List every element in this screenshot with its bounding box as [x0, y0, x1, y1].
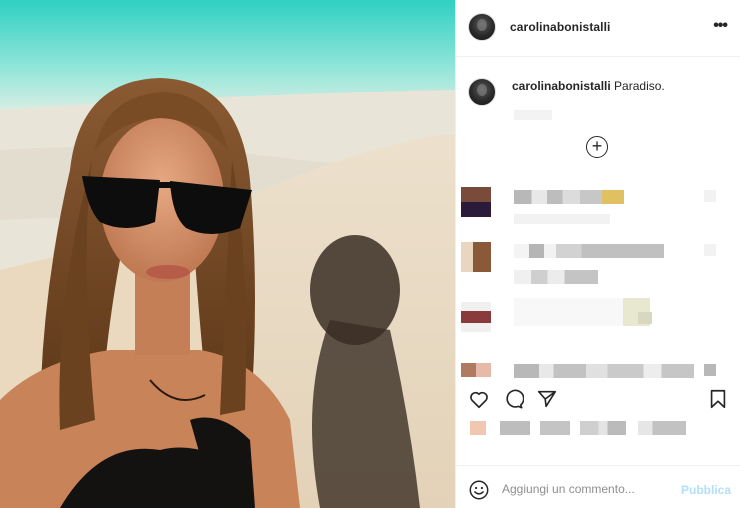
bookmark-icon[interactable] — [707, 388, 729, 410]
avatar[interactable] — [461, 302, 491, 332]
post-photo[interactable] — [0, 0, 455, 508]
comment-box: Pubblica — [456, 465, 740, 508]
heart-icon[interactable] — [704, 244, 716, 256]
comment-blurred — [514, 190, 624, 204]
plus-circle-icon[interactable]: + — [586, 136, 608, 158]
action-bar — [456, 378, 740, 418]
comment-blurred — [514, 244, 664, 258]
caption-username[interactable]: carolinabonistalli — [512, 79, 611, 93]
heart-icon[interactable] — [468, 388, 490, 410]
caption-avatar[interactable] — [468, 78, 496, 106]
caption-timestamp-blurred — [514, 110, 552, 120]
comment-meta-blurred — [514, 270, 598, 284]
comment-meta-blurred — [514, 214, 610, 224]
heart-icon[interactable] — [704, 190, 716, 202]
publish-button[interactable]: Pubblica — [681, 483, 731, 497]
comment-input[interactable] — [502, 482, 672, 496]
more-horizontal-icon[interactable]: ••• — [713, 17, 728, 35]
avatar[interactable] — [461, 242, 491, 272]
caption: carolinabonistalli Paradiso. — [512, 79, 665, 93]
comment-blurred — [514, 298, 650, 326]
avatar[interactable] — [461, 187, 491, 217]
selfie-illustration — [0, 0, 455, 508]
avatar[interactable] — [461, 363, 491, 377]
heart-icon[interactable] — [704, 364, 716, 376]
comment-bubble-icon[interactable] — [502, 388, 524, 410]
smiley-icon[interactable] — [468, 479, 490, 501]
comment-meta-blurred — [638, 312, 652, 324]
avatar[interactable] — [468, 13, 496, 41]
post-sidebar: carolinabonistalli ••• carolinabonistall… — [455, 0, 740, 508]
paper-plane-icon[interactable] — [536, 388, 558, 410]
comment-blurred — [514, 364, 694, 378]
caption-text: Paradiso. — [614, 79, 665, 93]
post-header: carolinabonistalli ••• — [456, 0, 740, 57]
header-username[interactable]: carolinabonistalli — [510, 20, 611, 34]
